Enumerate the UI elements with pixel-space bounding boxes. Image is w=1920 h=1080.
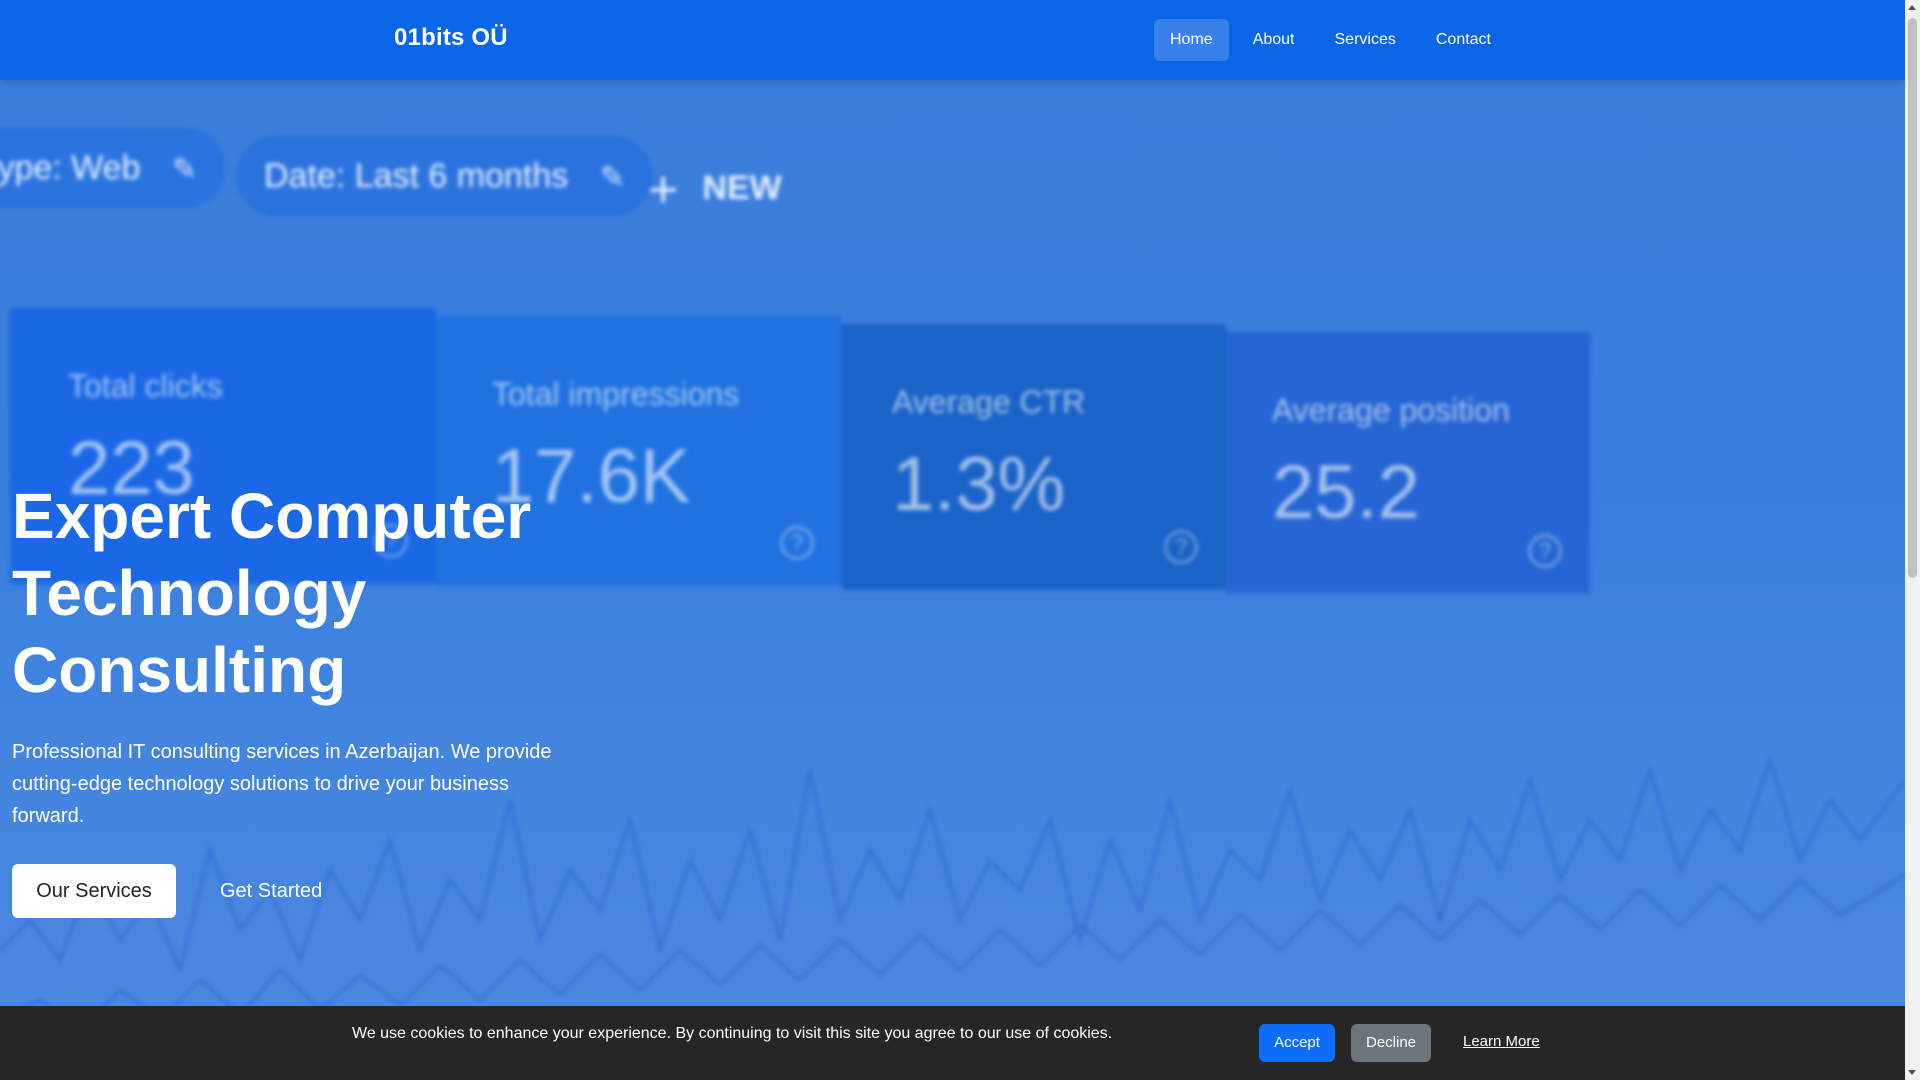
new-filter-label: NEW bbox=[702, 169, 782, 207]
scrollbar-thumb[interactable] bbox=[1908, 18, 1917, 578]
filter-pill-type: type: Web ✎ bbox=[0, 128, 226, 208]
learn-more-link[interactable]: Learn More bbox=[1463, 1033, 1540, 1050]
hero-description: Professional IT consulting services in A… bbox=[12, 741, 552, 827]
metric-label: Total clicks bbox=[68, 368, 223, 404]
new-filter-button: + NEW bbox=[648, 160, 782, 220]
scroll-up-arrow-icon[interactable] bbox=[1908, 5, 1916, 10]
brand-logo[interactable]: 01bits OÜ bbox=[394, 24, 508, 52]
metric-label: Average CTR bbox=[892, 384, 1086, 420]
decline-cookies-button[interactable]: Decline bbox=[1351, 1024, 1431, 1062]
pencil-icon: ✎ bbox=[171, 153, 198, 186]
cookie-message: We use cookies to enhance your experienc… bbox=[352, 1025, 1113, 1042]
pencil-icon: ✎ bbox=[599, 161, 625, 194]
main-nav: Home About Services Contact bbox=[1154, 19, 1507, 61]
site-header: 01bits OÜ Home About Services Contact bbox=[0, 0, 1905, 80]
nav-about[interactable]: About bbox=[1237, 19, 1311, 61]
nav-contact[interactable]: Contact bbox=[1420, 19, 1507, 61]
metric-average-position: Average position 25.2 ? bbox=[1272, 392, 1590, 594]
metric-average-ctr: Average CTR 1.3% ? bbox=[892, 384, 1226, 590]
help-circle-icon: ? bbox=[780, 526, 814, 560]
metric-label: Total impressions bbox=[492, 376, 740, 412]
nav-services[interactable]: Services bbox=[1319, 19, 1412, 61]
our-services-button[interactable]: Our Services bbox=[12, 864, 176, 918]
help-circle-icon: ? bbox=[1164, 530, 1198, 564]
hero-title: Expert Computer Technology Consulting bbox=[12, 480, 532, 706]
filter-pill-label: type: Web bbox=[0, 149, 141, 187]
scroll-down-arrow-icon[interactable] bbox=[1908, 1070, 1916, 1075]
plus-icon: + bbox=[648, 161, 679, 219]
page-scrollbar[interactable] bbox=[1905, 0, 1920, 1080]
metric-label: Average position bbox=[1272, 392, 1510, 428]
accept-cookies-button[interactable]: Accept bbox=[1259, 1024, 1335, 1062]
nav-home[interactable]: Home bbox=[1154, 19, 1229, 61]
filter-pill-date: Date: Last 6 months ✎ bbox=[236, 136, 653, 216]
metric-value: 25.2 bbox=[1272, 450, 1420, 535]
get-started-button[interactable]: Get Started bbox=[200, 864, 342, 918]
help-circle-icon: ? bbox=[1528, 534, 1562, 568]
cookie-banner: We use cookies to enhance your experienc… bbox=[0, 1006, 1905, 1080]
hero-section: type: Web ✎ Date: Last 6 months ✎ + NEW T… bbox=[0, 80, 1905, 1080]
metric-value: 1.3% bbox=[892, 442, 1066, 527]
filter-pill-label: Date: Last 6 months bbox=[264, 157, 569, 195]
